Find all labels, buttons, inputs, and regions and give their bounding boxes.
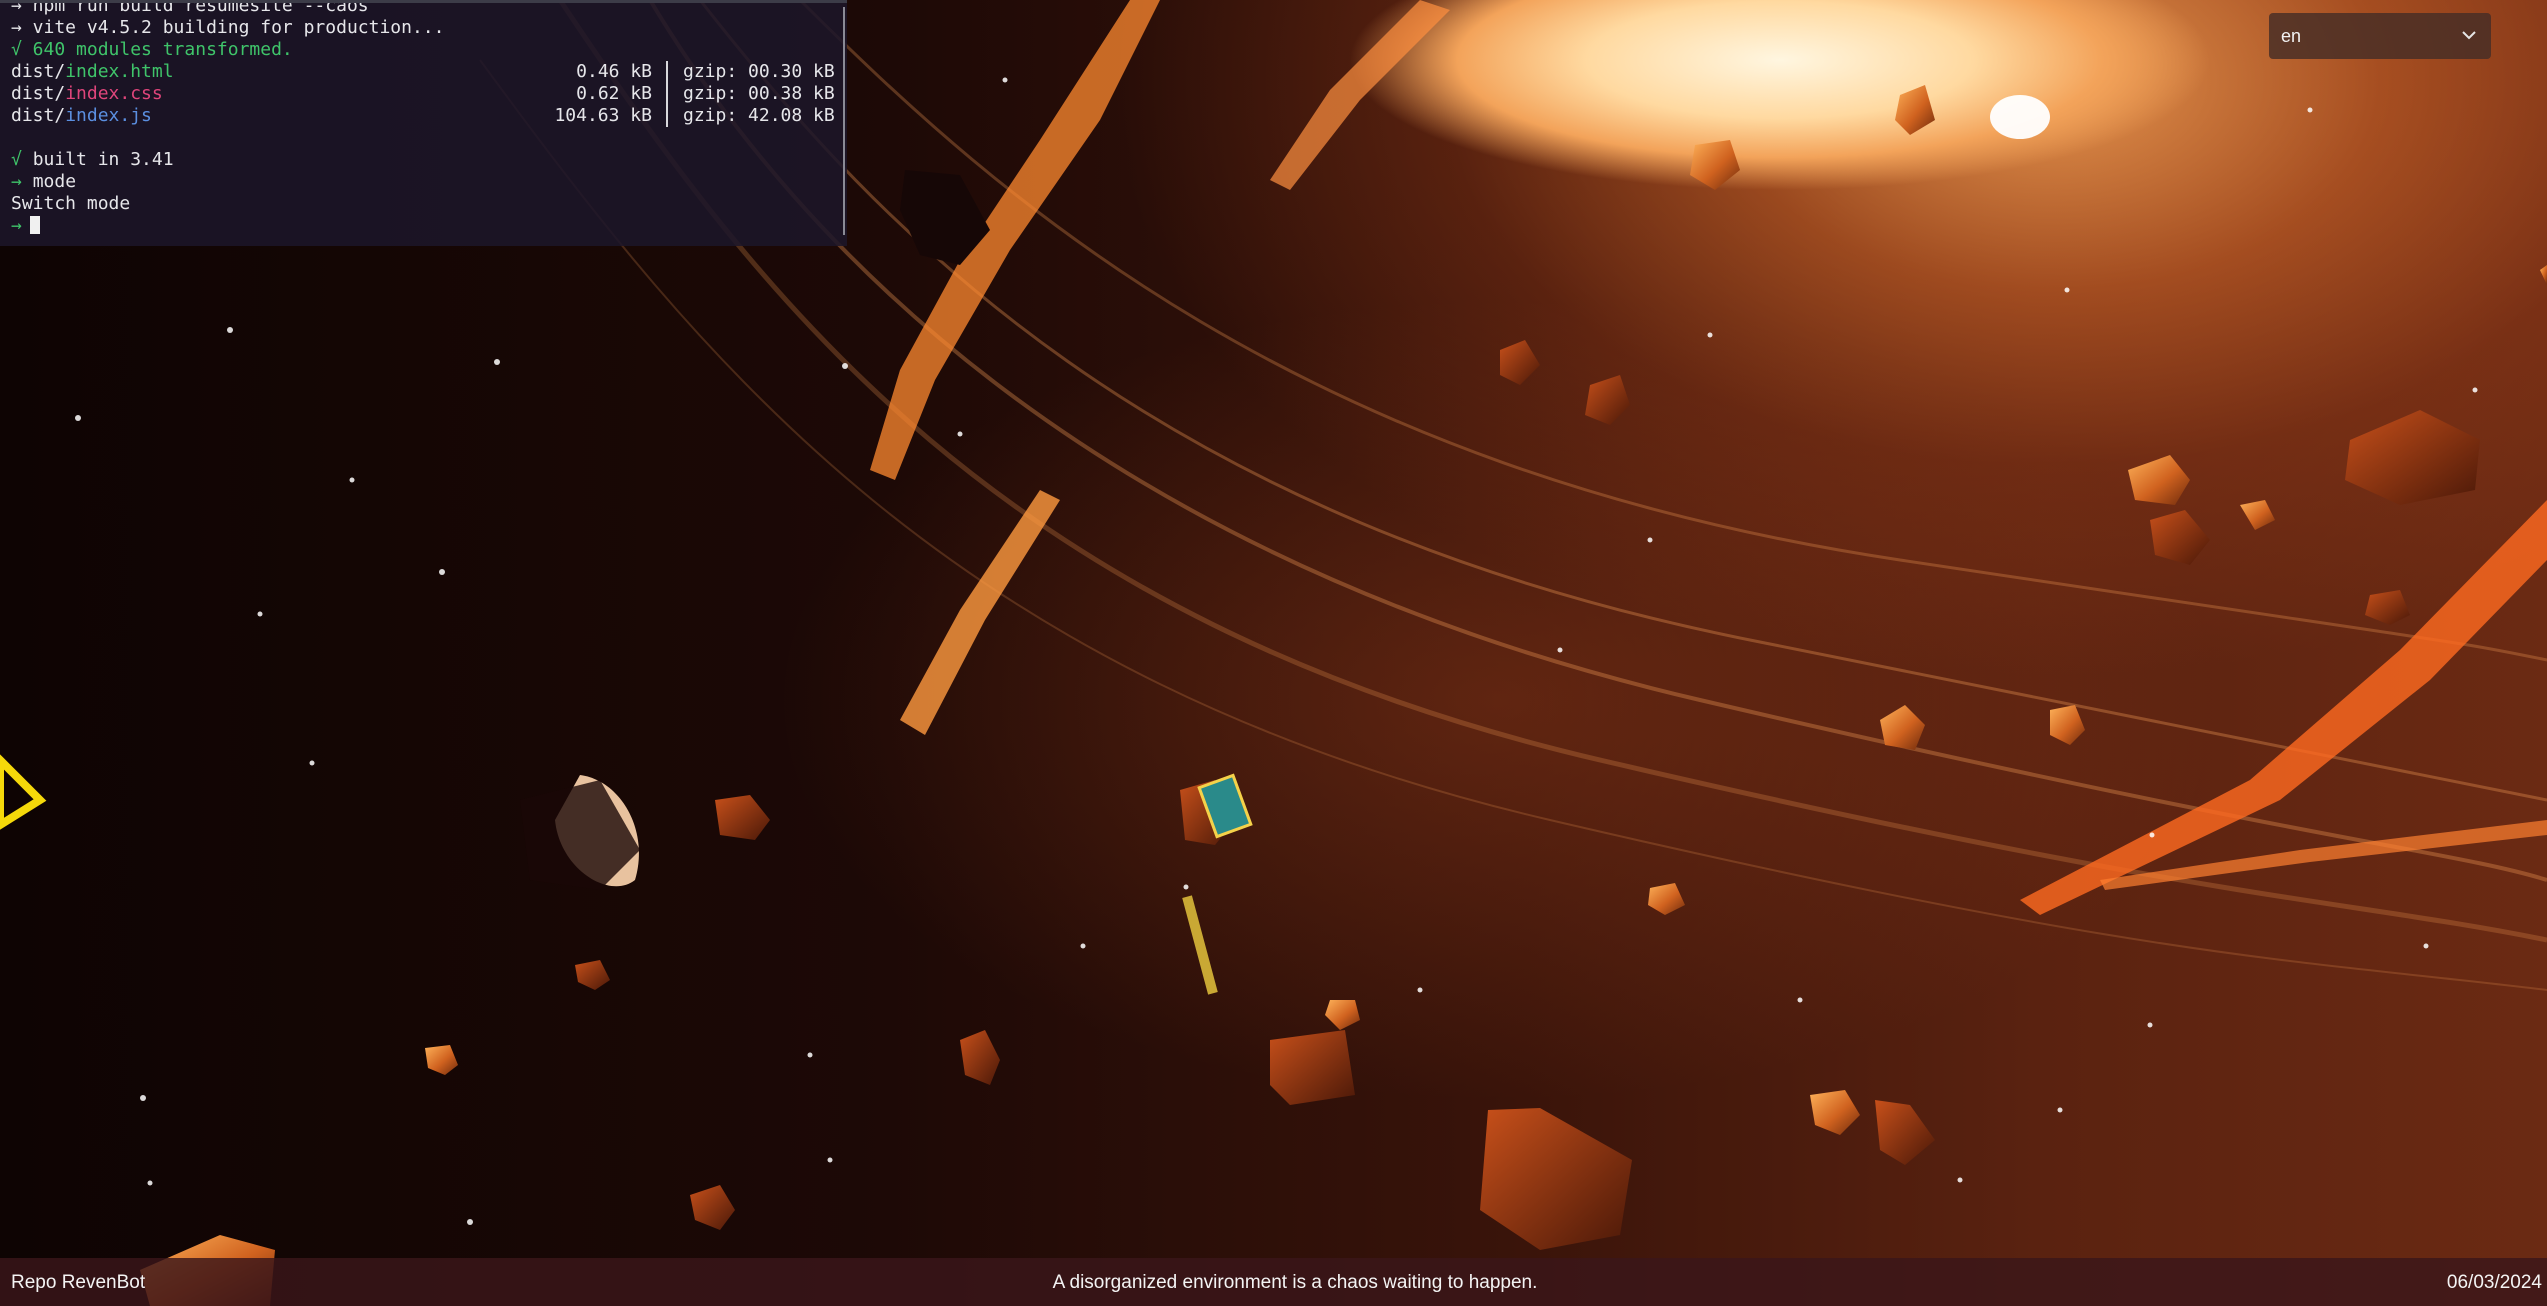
terminal-line-vite: → vite v4.5.2 building for production... bbox=[11, 17, 445, 38]
terminal-cursor bbox=[29, 216, 40, 234]
terminal-prompt[interactable]: → bbox=[11, 215, 40, 237]
file-size: 104.63 kB bbox=[554, 105, 652, 126]
sun-glow bbox=[1350, 0, 2210, 190]
file-gzip-size: gzip: 00.38 kB bbox=[683, 83, 835, 104]
terminal-line-command: → npm run build resumesite --caos bbox=[11, 0, 369, 16]
terminal-file-row: dist/index.css bbox=[11, 83, 163, 104]
terminal-scrollbar[interactable] bbox=[843, 7, 845, 235]
language-select-value: en bbox=[2281, 26, 2302, 46]
waypoint-marker bbox=[0, 754, 47, 830]
terminal-line-modules: √ 640 modules transformed. bbox=[11, 39, 293, 60]
orange-asteroids bbox=[140, 85, 2547, 1306]
footer-bar: Repo RevenBot A disorganized environment… bbox=[0, 1258, 2547, 1306]
terminal-line-switch: Switch mode bbox=[11, 193, 131, 214]
file-gzip-size: gzip: 42.08 kB bbox=[683, 105, 835, 126]
footer-quote: A disorganized environment is a chaos wa… bbox=[1052, 1272, 1538, 1293]
footer-date: 06/03/2024 bbox=[2446, 1272, 2542, 1293]
build-terminal[interactable]: → npm run build resumesite --caos → vite… bbox=[0, 0, 847, 246]
file-size: 0.62 kB bbox=[576, 83, 652, 104]
space-scene-canvas: → npm run build resumesite --caos → vite… bbox=[0, 0, 2547, 1306]
terminal-file-row: dist/index.html bbox=[11, 61, 174, 82]
terminal-file-row: dist/index.js bbox=[11, 105, 152, 126]
terminal-line-mode: → mode bbox=[11, 171, 77, 192]
language-select[interactable]: en bbox=[2269, 13, 2491, 59]
file-gzip-size: gzip: 00.30 kB bbox=[683, 61, 835, 82]
file-size: 0.46 kB bbox=[576, 61, 652, 82]
terminal-line-built: √ built in 3.41 bbox=[11, 149, 174, 170]
chevron-down-icon bbox=[2462, 31, 2476, 40]
